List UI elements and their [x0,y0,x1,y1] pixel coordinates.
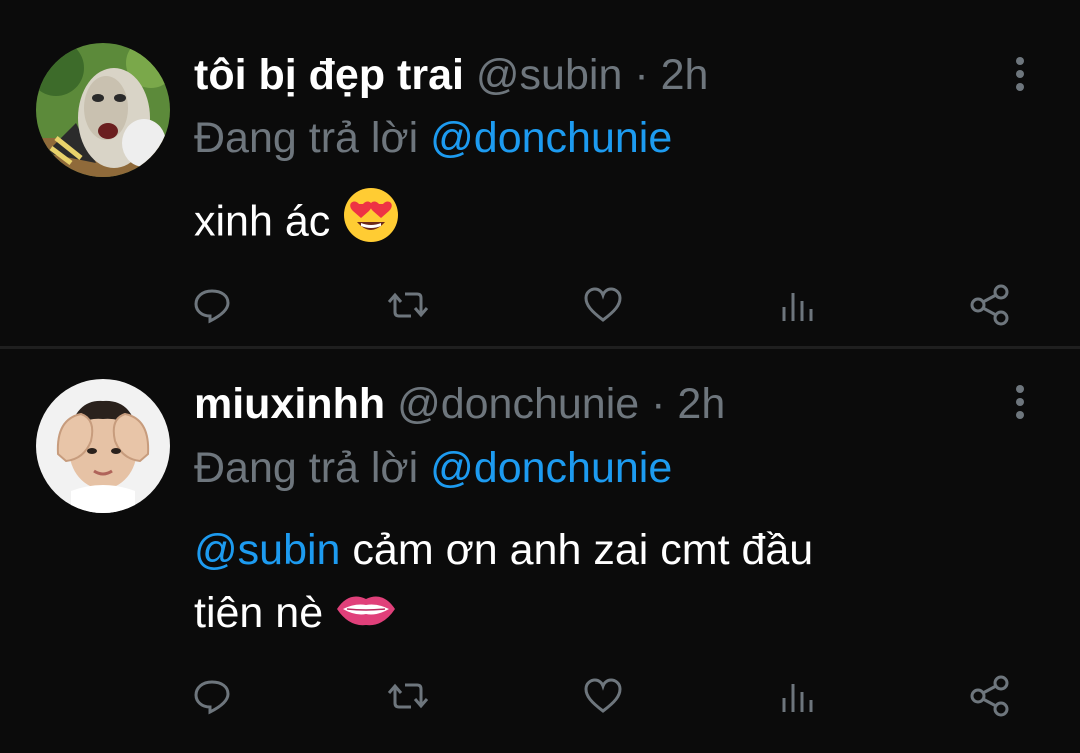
separator: · [634,51,649,99]
tweet-text: @subin cảm ơn anh zai cmt đầu tiên nè [194,519,994,647]
replying-to-link[interactable]: @donchunie [430,114,672,162]
replying-to-link[interactable]: @donchunie [430,444,672,492]
tweet-text: xinh ác [194,186,994,262]
avatar[interactable] [36,43,170,177]
retweet-icon[interactable] [386,283,430,327]
reply-icon[interactable] [190,674,234,718]
tweet-body: xinh ác [194,197,331,246]
stats-icon[interactable] [776,674,820,718]
retweet-icon[interactable] [386,674,430,718]
tweet-header: tôi bị đẹp trai @subin · 2h [194,50,708,100]
tweet-body: cảm ơn anh zai cmt đầu [352,526,814,574]
stats-icon[interactable] [776,283,820,327]
display-name[interactable]: miuxinhh [194,380,385,428]
tweet-body-line-2: tiên nè [194,582,994,647]
handle[interactable]: @subin [476,51,622,99]
mention-link[interactable]: @subin [194,526,340,574]
tweet[interactable]: miuxinhh @donchunie · 2h Đang trả lời @d… [0,349,1080,753]
tweet-body-line-1: @subin cảm ơn anh zai cmt đầu [194,519,994,582]
replying-to-label: Đang trả lời [194,444,419,492]
like-icon[interactable] [581,283,625,327]
share-icon[interactable] [968,674,1012,718]
share-icon[interactable] [968,283,1012,327]
avatar[interactable] [36,379,170,513]
separator: · [651,380,666,428]
more-icon[interactable] [1005,382,1035,422]
more-icon[interactable] [1005,54,1035,94]
replying-to: Đang trả lời @donchunie [194,443,672,493]
avatar-image [36,43,170,177]
avatar-image [36,379,170,513]
replying-to-label: Đang trả lời [194,114,419,162]
tweet-body-continued: tiên nè [194,589,324,637]
timestamp[interactable]: 2h [677,380,725,428]
reply-icon[interactable] [190,283,234,327]
timestamp[interactable]: 2h [661,51,709,99]
like-icon[interactable] [581,674,625,718]
tweet-actions [0,666,1080,726]
tweet-actions [0,275,1080,335]
tweet[interactable]: tôi bị đẹp trai @subin · 2h Đang trả lời… [0,0,1080,347]
heart-eyes-emoji [342,186,400,262]
handle[interactable]: @donchunie [397,380,639,428]
tweet-header: miuxinhh @donchunie · 2h [194,379,725,429]
tweet-feed: tôi bị đẹp trai @subin · 2h Đang trả lời… [0,0,1080,753]
replying-to: Đang trả lời @donchunie [194,113,672,163]
display-name[interactable]: tôi bị đẹp trai [194,51,464,99]
lips-emoji [335,584,397,647]
